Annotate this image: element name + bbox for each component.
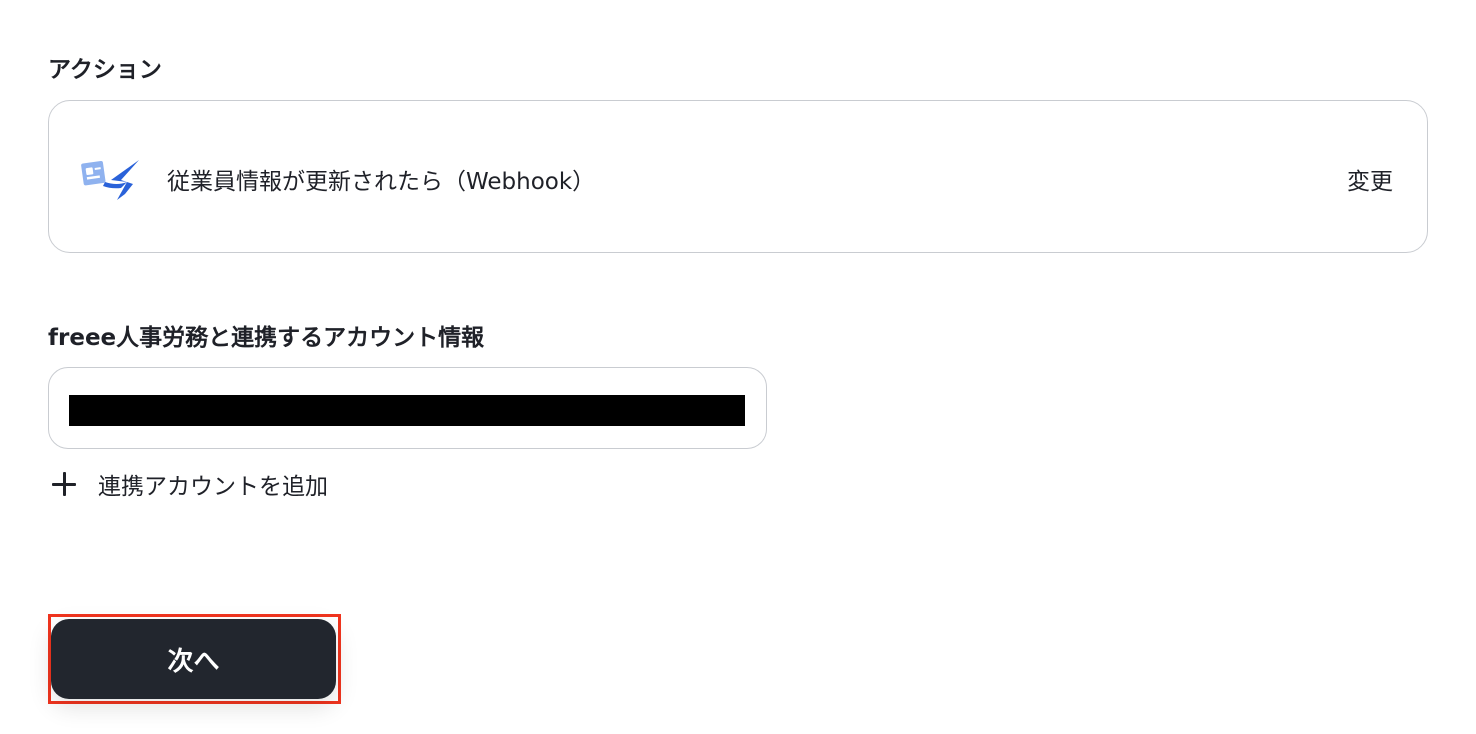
account-select[interactable]	[48, 367, 767, 449]
next-button[interactable]: 次へ	[51, 619, 336, 699]
change-action-button[interactable]: 変更	[1347, 162, 1393, 196]
action-title: 従業員情報が更新されたら（Webhook）	[167, 169, 596, 195]
redacted-account-value	[69, 395, 745, 426]
action-section-label: アクション	[48, 57, 162, 83]
page: アクション 従業員情報が更新されたら（Webhook） 変更 freee人事労務…	[0, 0, 1476, 734]
account-section-label: freee人事労務と連携するアカウント情報	[48, 325, 485, 351]
add-account-button[interactable]: 連携アカウントを追加	[52, 467, 328, 501]
add-account-label: 連携アカウントを追加	[98, 474, 328, 500]
action-card[interactable]: 従業員情報が更新されたら（Webhook） 変更	[48, 100, 1428, 253]
freee-hr-swallow-icon	[81, 160, 139, 200]
plus-icon	[52, 472, 76, 496]
